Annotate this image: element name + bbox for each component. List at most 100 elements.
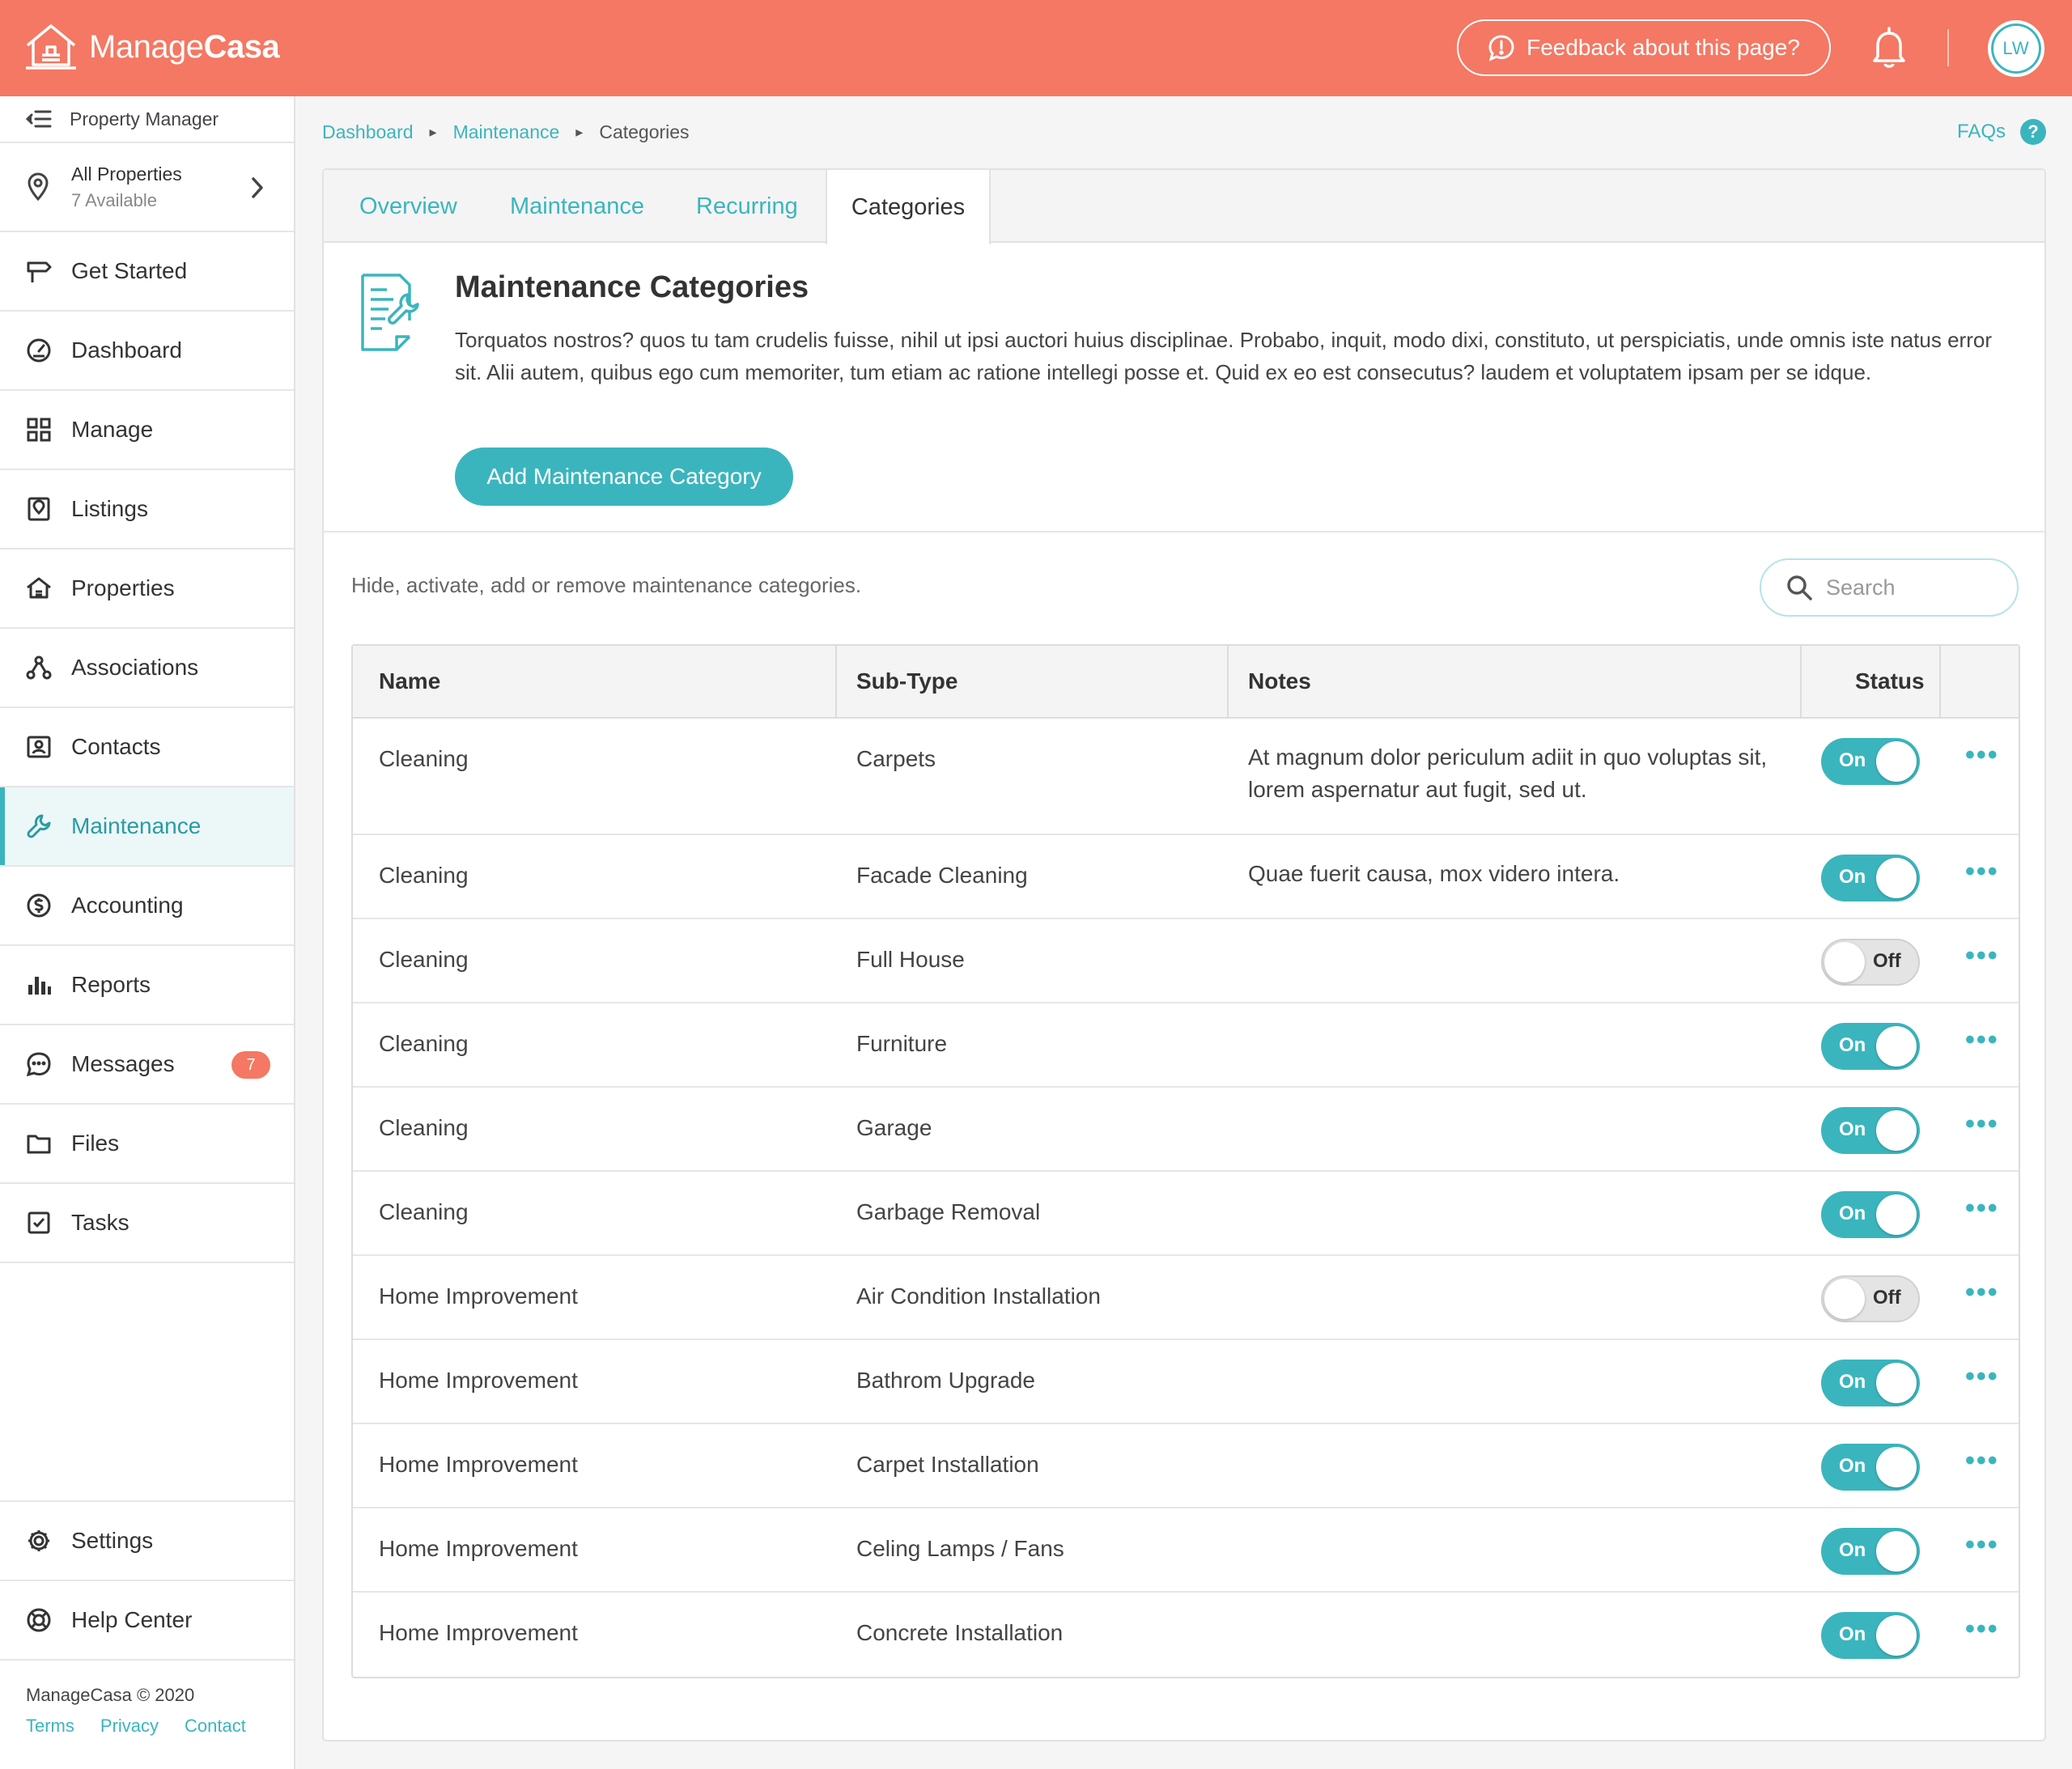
- cell-name: Home Improvement: [379, 1536, 578, 1561]
- sidebar-item-dashboard[interactable]: Dashboard: [0, 312, 294, 391]
- collapse-sidebar-toggle[interactable]: Property Manager: [0, 96, 294, 143]
- feedback-button[interactable]: Feedback about this page?: [1457, 19, 1831, 76]
- more-options-icon[interactable]: •••: [1965, 856, 1999, 888]
- bell-icon[interactable]: [1870, 26, 1909, 70]
- table-row: Home Improvement Air Condition Installati…: [353, 1256, 2019, 1340]
- sidebar-item-label: Tasks: [71, 1210, 130, 1235]
- divider: [324, 531, 2044, 532]
- status-toggle[interactable]: On: [1821, 1444, 1920, 1491]
- search-input[interactable]: [1826, 575, 2004, 600]
- sidebar-item-settings[interactable]: Settings: [0, 1502, 294, 1581]
- tab-categories[interactable]: Categories: [826, 170, 991, 244]
- sidebar-item-help-center[interactable]: Help Center: [0, 1581, 294, 1661]
- search-box[interactable]: [1760, 558, 2019, 617]
- faqs-link[interactable]: FAQs ?: [1957, 119, 2047, 145]
- sidebar-item-get-started[interactable]: Get Started: [0, 232, 294, 312]
- privacy-link[interactable]: Privacy: [100, 1716, 159, 1737]
- terms-link[interactable]: Terms: [26, 1716, 74, 1737]
- sidebar-item-associations[interactable]: Associations: [0, 629, 294, 708]
- sidebar-item-label: Manage: [71, 417, 154, 442]
- add-category-button[interactable]: Add Maintenance Category: [455, 448, 793, 506]
- status-toggle[interactable]: On: [1821, 1023, 1920, 1070]
- sidebar-item-messages[interactable]: Messages 7: [0, 1025, 294, 1105]
- status-toggle[interactable]: Off: [1821, 1275, 1920, 1322]
- avatar-initials: LW: [2002, 38, 2030, 58]
- logo-text-casa: Casa: [203, 28, 280, 65]
- tab-recurring[interactable]: Recurring: [696, 170, 798, 243]
- sidebar-item-accounting[interactable]: Accounting: [0, 867, 294, 946]
- more-options-icon[interactable]: •••: [1965, 1193, 1999, 1224]
- property-selector[interactable]: All Properties 7 Available: [0, 143, 294, 232]
- sidebar-item-reports[interactable]: Reports: [0, 946, 294, 1025]
- column-header-notes[interactable]: Notes: [1248, 646, 1311, 717]
- cell-subtype: Celing Lamps / Fans: [856, 1536, 1064, 1561]
- sidebar-item-manage[interactable]: Manage: [0, 391, 294, 470]
- sidebar-item-tasks[interactable]: Tasks: [0, 1184, 294, 1263]
- sidebar-item-label: Get Started: [71, 258, 188, 283]
- status-toggle[interactable]: Off: [1821, 939, 1920, 986]
- menu-collapse-icon: [26, 110, 52, 128]
- more-options-icon[interactable]: •••: [1965, 1109, 1999, 1140]
- more-options-icon[interactable]: •••: [1965, 1445, 1999, 1477]
- gear-icon: [28, 1530, 49, 1551]
- bar-chart-icon: [28, 977, 51, 995]
- avatar[interactable]: LW: [1988, 20, 2044, 77]
- properties-title: All Properties: [71, 163, 182, 185]
- breadcrumb-dashboard[interactable]: Dashboard: [322, 121, 414, 143]
- logo[interactable]: ManageCasa: [24, 23, 280, 71]
- sidebar-item-label: Files: [71, 1131, 120, 1156]
- sidebar-item-label: Reports: [71, 972, 151, 997]
- more-options-icon[interactable]: •••: [1965, 1529, 1999, 1561]
- status-toggle[interactable]: On: [1821, 738, 1920, 785]
- status-toggle[interactable]: On: [1821, 855, 1920, 901]
- status-toggle-label: On: [1839, 1455, 1866, 1477]
- table-row: Cleaning Furniture On •••: [353, 1003, 2019, 1088]
- table-header: Name Sub-Type Notes Status: [353, 646, 2019, 719]
- cell-name: Cleaning: [379, 863, 469, 888]
- breadcrumb: Dashboard ▸ Maintenance ▸ Categories: [322, 121, 690, 143]
- sidebar-item-label: Messages: [71, 1051, 175, 1076]
- table-row: Cleaning Full House Off •••: [353, 919, 2019, 1003]
- cell-subtype: Carpet Installation: [856, 1452, 1039, 1477]
- more-options-icon[interactable]: •••: [1965, 1024, 1999, 1056]
- checkbox-icon: [28, 1211, 50, 1234]
- status-toggle-label: On: [1839, 1623, 1866, 1645]
- copyright: ManageCasa © 2020: [26, 1685, 195, 1705]
- tab-overview[interactable]: Overview: [359, 170, 457, 243]
- sidebar-item-properties[interactable]: Properties: [0, 549, 294, 629]
- sidebar-item-files[interactable]: Files: [0, 1105, 294, 1184]
- sidebar-item-listings[interactable]: Listings: [0, 470, 294, 549]
- contact-link[interactable]: Contact: [185, 1716, 246, 1737]
- column-divider: [1227, 646, 1229, 717]
- status-toggle-label: On: [1839, 1034, 1866, 1056]
- status-toggle-label: On: [1839, 1118, 1866, 1140]
- listing-icon: [28, 497, 50, 521]
- house-icon: [27, 577, 51, 599]
- cell-name: Cleaning: [379, 1199, 469, 1224]
- more-options-icon[interactable]: •••: [1965, 740, 1999, 771]
- toggle-knob: [1876, 741, 1917, 782]
- more-options-icon[interactable]: •••: [1965, 1614, 1999, 1645]
- column-header-status[interactable]: Status: [1855, 646, 1925, 717]
- status-toggle[interactable]: On: [1821, 1528, 1920, 1575]
- more-options-icon[interactable]: •••: [1965, 1361, 1999, 1393]
- tab-maintenance[interactable]: Maintenance: [510, 170, 644, 243]
- document-wrench-icon: [361, 274, 419, 351]
- status-toggle[interactable]: On: [1821, 1612, 1920, 1659]
- status-toggle[interactable]: On: [1821, 1360, 1920, 1406]
- sidebar-item-contacts[interactable]: Contacts: [0, 708, 294, 787]
- cell-subtype: Carpets: [856, 746, 936, 771]
- status-toggle-label: On: [1839, 749, 1866, 771]
- cell-name: Cleaning: [379, 1115, 469, 1140]
- table-row: Home Improvement Celing Lamps / Fans On •••: [353, 1508, 2019, 1593]
- status-toggle[interactable]: On: [1821, 1191, 1920, 1238]
- sidebar-item-maintenance[interactable]: Maintenance: [0, 787, 294, 867]
- status-toggle[interactable]: On: [1821, 1107, 1920, 1154]
- column-header-subtype[interactable]: Sub-Type: [856, 646, 957, 717]
- cell-name: Home Improvement: [379, 1283, 578, 1309]
- table-body: Cleaning Carpets At magnum dolor periculum…: [353, 719, 2019, 1677]
- more-options-icon[interactable]: •••: [1965, 1277, 1999, 1309]
- more-options-icon[interactable]: •••: [1965, 940, 1999, 972]
- column-header-name[interactable]: Name: [379, 646, 440, 717]
- breadcrumb-maintenance[interactable]: Maintenance: [453, 121, 560, 143]
